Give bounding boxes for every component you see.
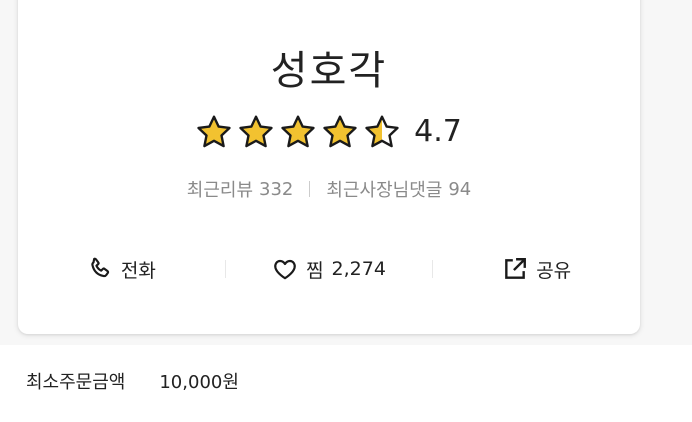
star-rating <box>196 114 400 150</box>
review-separator <box>309 181 311 197</box>
recent-review-count: 332 <box>259 178 294 200</box>
rating-row[interactable]: 4.7 <box>18 114 640 150</box>
owner-reply-label: 최근사장님댓글 <box>326 180 443 201</box>
star-icon <box>197 115 231 148</box>
rating-value: 4.7 <box>414 114 462 149</box>
owner-reply-count: 94 <box>448 178 472 200</box>
recent-review-label: 최근리뷰 <box>186 180 254 201</box>
phone-icon <box>91 257 109 278</box>
store-info-card: 성호각 4.7 최근리뷰 332 최근사장님댓글 94 전화 찜 2,274 공… <box>18 0 640 334</box>
min-order-value: 10,000원 <box>159 372 239 393</box>
page: 성호각 4.7 최근리뷰 332 최근사장님댓글 94 전화 찜 2,274 공… <box>0 0 692 422</box>
min-order-row: 최소주문금액 10,000원 <box>26 368 239 394</box>
like-button[interactable]: 찜 2,274 <box>226 248 433 290</box>
half-star-icon <box>365 115 399 148</box>
star-icon <box>239 115 273 148</box>
min-order-label: 최소주문금액 <box>26 372 126 393</box>
call-label: 전화 <box>120 259 156 282</box>
like-count: 2,274 <box>331 258 386 280</box>
store-name: 성호각 <box>270 48 388 94</box>
action-bar: 전화 찜 2,274 공유 <box>18 248 640 290</box>
star-icon <box>323 115 357 148</box>
star-icon <box>281 115 315 148</box>
call-button[interactable]: 전화 <box>18 248 225 290</box>
like-label: 찜 <box>306 259 324 282</box>
review-summary[interactable]: 최근리뷰 332 최근사장님댓글 94 <box>18 176 640 202</box>
share-label: 공유 <box>536 259 572 282</box>
heart-icon <box>274 259 296 280</box>
share-icon <box>505 258 527 279</box>
share-button[interactable]: 공유 <box>433 248 640 290</box>
